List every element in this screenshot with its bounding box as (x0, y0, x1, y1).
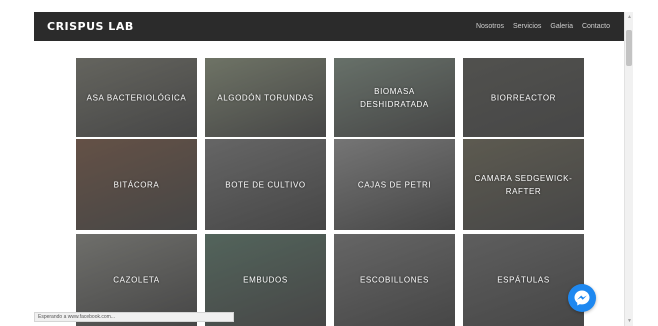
nav-link-nosotros[interactable]: Nosotros (476, 23, 504, 30)
product-gallery: ASA BACTERIOLÓGICA ALGODÓN TORUNDAS BIOMAS… (34, 41, 624, 326)
scroll-down-icon[interactable]: ▼ (626, 317, 633, 325)
scroll-thumb[interactable] (626, 30, 632, 66)
scroll-up-icon[interactable]: ▲ (626, 13, 633, 21)
window-frame-left (0, 0, 34, 326)
product-tile[interactable]: CAJAS DE PETRI (334, 139, 455, 230)
main-nav: Nosotros Servicios Galeria Contacto (476, 23, 610, 30)
product-tile[interactable]: BOTE DE CULTIVO (205, 139, 326, 230)
product-label: CAJAS DE PETRI (357, 180, 432, 189)
product-label: BOTE DE CULTIVO (225, 180, 306, 189)
top-navbar: CRISPUS LAB Nosotros Servicios Galeria C… (34, 12, 624, 41)
product-tile[interactable]: CAMARA SEDGEWICK-RAFTER (463, 139, 584, 230)
nav-link-contacto[interactable]: Contacto (582, 23, 610, 30)
product-tile[interactable]: ASA BACTERIOLÓGICA (76, 58, 197, 137)
product-label: BIORREACTOR (490, 93, 557, 102)
product-label: CAMARA SEDGEWICK-RAFTER (474, 173, 573, 196)
product-tile[interactable]: BITÁCORA (76, 139, 197, 230)
product-label: BIOMASA DESHIDRATADA (360, 86, 429, 109)
product-label: ESPÁTULAS (497, 275, 550, 285)
product-label: ALGODÓN TORUNDAS (217, 93, 314, 102)
product-tile[interactable]: ALGODÓN TORUNDAS (205, 58, 326, 137)
nav-link-galeria[interactable]: Galeria (550, 23, 573, 30)
product-tile[interactable]: BIOMASA DESHIDRATADA (334, 58, 455, 137)
product-tile[interactable]: BIORREACTOR (463, 58, 584, 137)
product-label: ESCOBILLONES (359, 275, 429, 285)
browser-status-bar: Esperando a www.facebook.com... (34, 312, 234, 322)
product-label: CAZOLETA (113, 275, 160, 285)
product-label: EMBUDOS (243, 275, 288, 285)
brand-logo[interactable]: CRISPUS LAB (47, 20, 134, 33)
product-label: ASA BACTERIOLÓGICA (86, 93, 187, 102)
messenger-chat-button[interactable] (568, 284, 596, 312)
product-label: BITÁCORA (113, 180, 160, 189)
product-tile[interactable]: ESCOBILLONES (334, 234, 455, 326)
nav-link-servicios[interactable]: Servicios (513, 23, 541, 30)
product-tile[interactable]: ESPÁTULAS (463, 234, 584, 326)
messenger-icon (574, 290, 590, 306)
page-scrollbar[interactable]: ▲ ▼ (624, 12, 633, 326)
